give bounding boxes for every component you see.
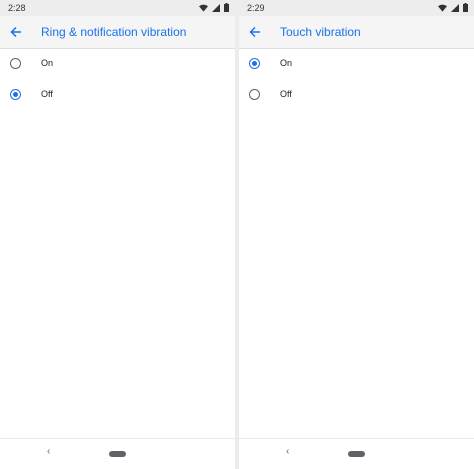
screen-touch-vibration: 2:29 Touch vibration On Off ‹ (239, 0, 474, 469)
arrow-back-icon (10, 26, 21, 38)
battery-icon (224, 3, 229, 12)
status-time: 2:29 (247, 3, 265, 13)
radio-off[interactable] (10, 89, 21, 100)
radio-on[interactable] (10, 58, 21, 69)
option-label-on: On (280, 58, 293, 68)
cell-signal-icon (451, 3, 459, 12)
option-label-off: Off (280, 89, 292, 99)
nav-home-pill[interactable] (109, 451, 126, 457)
radio-on[interactable] (249, 58, 260, 69)
app-bar: Ring & notification vibration (0, 16, 235, 49)
page-title: Touch vibration (280, 25, 361, 39)
status-time: 2:28 (8, 3, 26, 13)
navigation-bar: ‹ (239, 438, 474, 469)
screen-ring-notification-vibration: 2:28 Ring & notification vibration On Of… (0, 0, 235, 469)
option-off[interactable]: Off (0, 81, 235, 111)
back-button[interactable] (243, 20, 267, 44)
navigation-bar: ‹ (0, 438, 235, 469)
status-icons (199, 3, 229, 12)
wifi-icon (438, 4, 447, 12)
nav-back-icon[interactable]: ‹ (286, 446, 289, 457)
page-title: Ring & notification vibration (41, 25, 187, 39)
status-icons (438, 3, 468, 12)
app-bar: Touch vibration (239, 16, 474, 49)
arrow-back-icon (249, 26, 260, 38)
option-on[interactable]: On (239, 50, 474, 80)
radio-off[interactable] (249, 89, 260, 100)
option-off[interactable]: Off (239, 81, 474, 111)
status-bar: 2:28 (0, 0, 235, 16)
back-button[interactable] (4, 20, 28, 44)
nav-home-pill[interactable] (348, 451, 365, 457)
option-on[interactable]: On (0, 50, 235, 80)
battery-icon (463, 3, 468, 12)
status-bar: 2:29 (239, 0, 474, 16)
option-label-off: Off (41, 89, 53, 99)
nav-back-icon[interactable]: ‹ (47, 446, 50, 457)
wifi-icon (199, 4, 208, 12)
option-label-on: On (41, 58, 54, 68)
cell-signal-icon (212, 3, 220, 12)
